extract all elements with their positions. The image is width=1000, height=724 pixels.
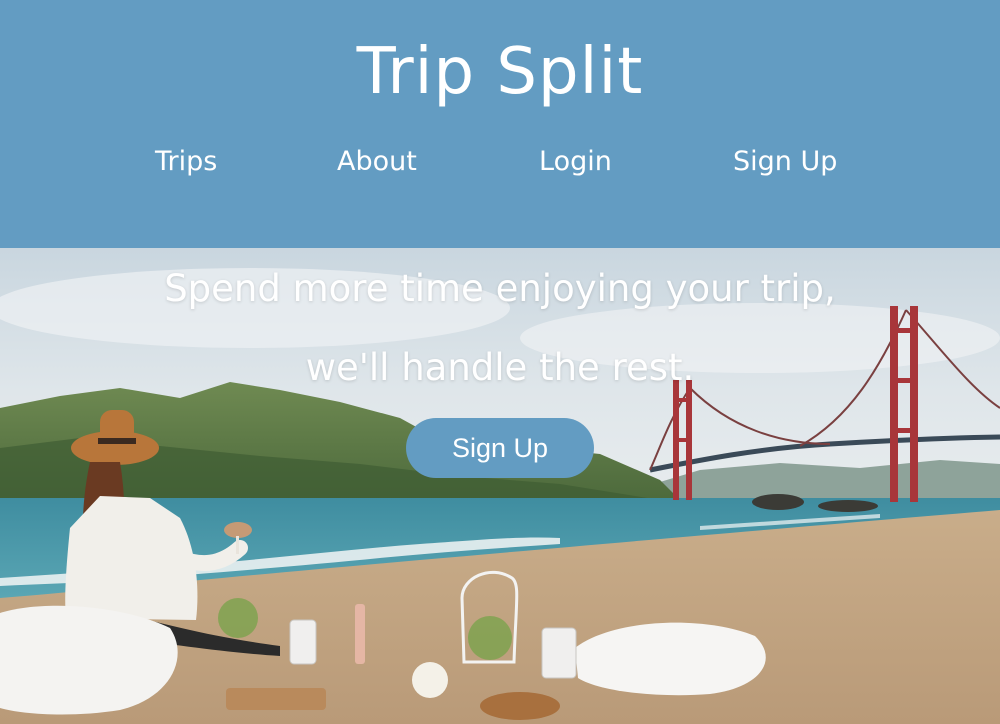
main-nav: Trips About Login Sign Up xyxy=(0,142,1000,186)
hero-background-image xyxy=(0,248,1000,724)
brand-title: Trip Split xyxy=(356,35,644,109)
nav-link-login[interactable]: Login xyxy=(539,142,612,182)
nav-link-sign-up[interactable]: Sign Up xyxy=(733,142,837,182)
hero-headline-line-1: Spend more time enjoying your trip, xyxy=(164,267,836,310)
sign-up-button[interactable]: Sign Up xyxy=(406,418,594,478)
nav-link-trips[interactable]: Trips xyxy=(155,142,217,182)
site-header: Trip Split Trips About Login Sign Up xyxy=(0,0,1000,248)
hero-section: Spend more time enjoying your trip, we'l… xyxy=(0,248,1000,724)
hero-headline-line-2: we'll handle the rest. xyxy=(305,346,695,389)
landing-page: Trip Split Trips About Login Sign Up Spe… xyxy=(0,0,1000,724)
nav-link-about[interactable]: About xyxy=(337,142,417,182)
